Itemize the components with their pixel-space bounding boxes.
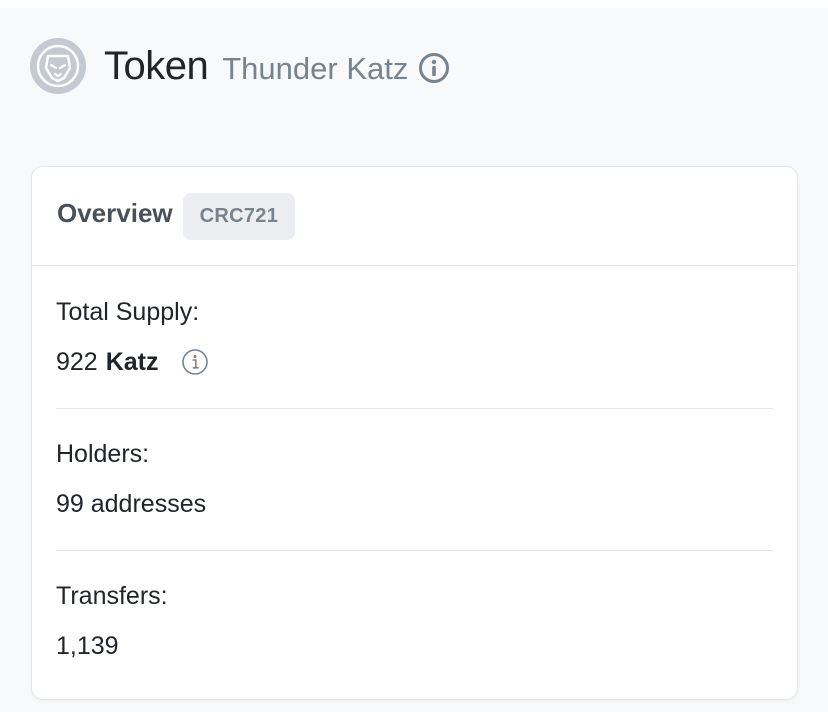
page-title: Token (104, 43, 209, 88)
total-supply-amount: 922 (56, 348, 98, 376)
page-title-row: Token Thunder Katz (30, 36, 450, 96)
total-supply-unit: Katz (105, 348, 159, 376)
token-standard-badge: CRC721 (182, 192, 296, 240)
overview-card-body: Total Supply: 922 Katz Holders: 99 addre… (32, 266, 797, 661)
transfers-value: 1,139 (56, 632, 119, 660)
overview-card-header: Overview CRC721 (32, 167, 797, 266)
overview-title: Overview (57, 197, 173, 228)
total-supply-value: 922 Katz (56, 347, 773, 377)
transfers-label: Transfers: (56, 582, 168, 610)
total-supply-label: Total Supply: (56, 298, 200, 326)
info-circle-icon[interactable] (181, 348, 209, 376)
lion-logo-icon (30, 38, 86, 94)
info-circle-icon[interactable] (418, 52, 450, 84)
total-supply-section: Total Supply: 922 Katz (56, 266, 773, 408)
token-name: Thunder Katz (222, 51, 409, 86)
transfers-section: Transfers: 1,139 (56, 550, 773, 661)
holders-section: Holders: 99 addresses (56, 408, 773, 550)
holders-label: Holders: (56, 440, 150, 468)
page-background: Token Thunder Katz Overview CRC721 Total… (0, 8, 828, 712)
overview-card: Overview CRC721 Total Supply: 922 Katz H… (31, 166, 798, 700)
holders-value[interactable]: 99 addresses (56, 489, 773, 519)
